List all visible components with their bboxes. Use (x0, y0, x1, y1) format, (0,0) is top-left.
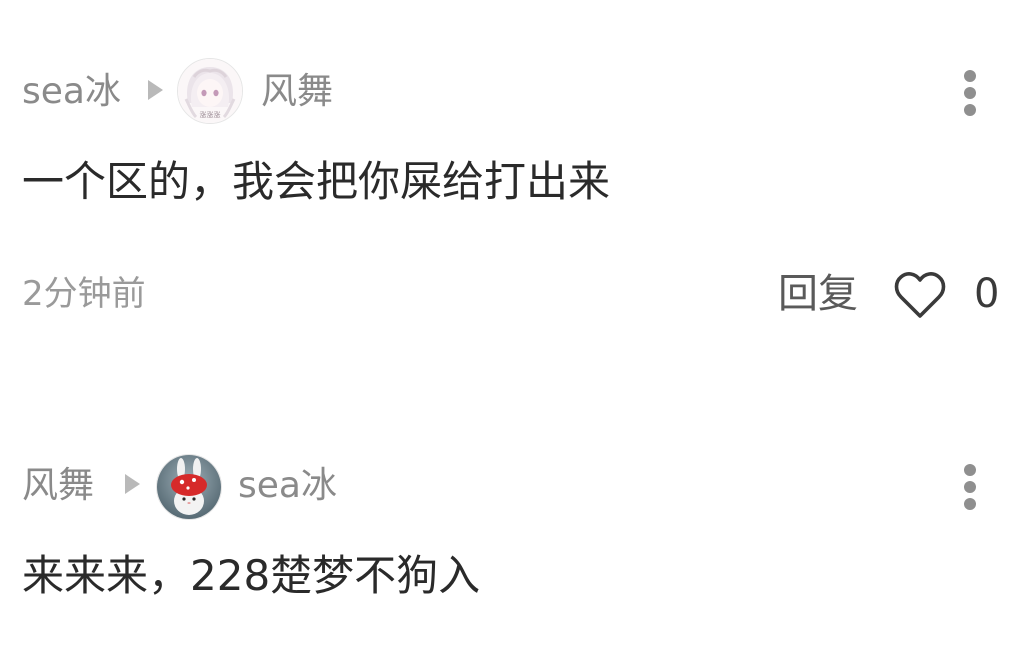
reply-target-name[interactable]: sea冰 (238, 464, 337, 508)
comment-header: 风舞 sea冰 (0, 448, 1020, 528)
comment-text: 一个区的，我会把你屎给打出来 (22, 157, 611, 206)
avatar[interactable]: 涨涨涨 (177, 58, 243, 124)
reply-button[interactable]: 回复 (778, 270, 858, 318)
comment-text: 来来来，228楚梦不狗入 (22, 551, 481, 600)
comment-author[interactable]: 风舞 (22, 464, 94, 508)
anime-girl-avatar-icon: 涨涨涨 (178, 59, 242, 123)
comment-item: 风舞 sea冰 来来来，228楚梦不狗入 (0, 448, 1020, 600)
more-vertical-icon[interactable] (958, 462, 982, 512)
avatar[interactable] (156, 454, 222, 520)
heart-outline-icon[interactable] (894, 272, 946, 320)
svg-text:涨涨涨: 涨涨涨 (200, 110, 221, 119)
play-arrow-icon (148, 80, 163, 100)
comment-timestamp: 2分钟前 (22, 274, 146, 314)
comment-author[interactable]: sea冰 (22, 70, 121, 114)
reply-target-name[interactable]: 风舞 (261, 70, 333, 114)
play-arrow-icon (125, 474, 140, 494)
comment-item: sea冰 涨涨涨 风舞 一个区的，我会把你屎给打出来 2分钟前 回复 0 (0, 54, 1020, 318)
bunny-mushroom-avatar-icon (157, 455, 221, 519)
comment-header: sea冰 涨涨涨 风舞 (0, 54, 1020, 134)
more-vertical-icon[interactable] (958, 68, 982, 118)
like-count: 0 (974, 271, 1000, 317)
